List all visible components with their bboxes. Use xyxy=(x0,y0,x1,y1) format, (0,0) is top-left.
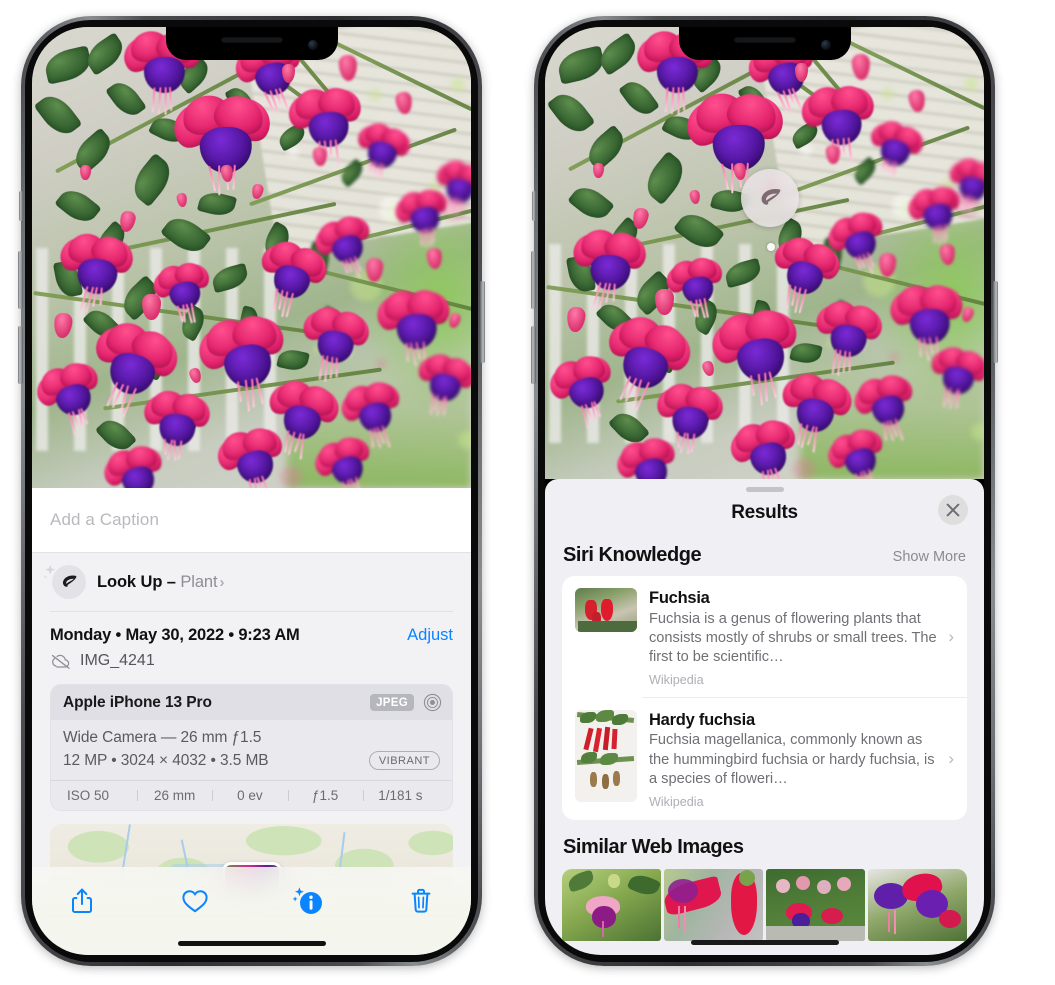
notch xyxy=(165,27,338,60)
results-title: Results xyxy=(731,502,798,523)
format-badge: JPEG xyxy=(370,694,414,711)
cloud-slash-icon xyxy=(51,654,70,669)
close-icon xyxy=(946,503,960,517)
knowledge-source: Wikipedia xyxy=(649,794,704,809)
similar-web-images-strip xyxy=(545,868,984,941)
info-sparkle-icon xyxy=(292,887,322,914)
notch xyxy=(678,27,851,60)
knowledge-text: Fuchsia Fuchsia is a genus of flowering … xyxy=(649,588,955,687)
volume-up-button[interactable] xyxy=(18,251,23,309)
delete-button[interactable] xyxy=(401,881,441,921)
phone-screen-left: Add a Caption Look Up – Plant › Monday •… xyxy=(32,27,471,955)
favorite-button[interactable] xyxy=(175,881,215,921)
close-button[interactable] xyxy=(938,495,968,525)
camera-card-body: Wide Camera — 26 mm ƒ1.5 12 MP • 3024 × … xyxy=(51,720,452,780)
visual-lookup-badge[interactable] xyxy=(741,169,799,227)
look-up-subject: Plant xyxy=(180,572,218,591)
phone-screen-right: Results Siri Knowledge Show More Fuchsia… xyxy=(545,27,984,955)
knowledge-source: Wikipedia xyxy=(649,672,704,687)
silent-switch[interactable] xyxy=(532,191,536,221)
power-button[interactable] xyxy=(993,281,998,363)
knowledge-text: Hardy fuchsia Fuchsia magellanica, commo… xyxy=(649,710,955,809)
trash-icon xyxy=(411,888,431,913)
results-sheet: Results Siri Knowledge Show More Fuchsia… xyxy=(545,479,984,955)
show-more-button[interactable]: Show More xyxy=(893,549,966,565)
leaf-icon xyxy=(761,188,781,205)
knowledge-thumbnail xyxy=(575,709,637,802)
camera-info-card: Apple iPhone 13 Pro JPEG Wide Camera — 2… xyxy=(50,684,453,811)
lens-description: Wide Camera — 26 mm ƒ1.5 xyxy=(63,729,262,746)
photo-image-fuchsia xyxy=(545,27,984,479)
look-up-row[interactable]: Look Up – Plant › xyxy=(32,553,471,611)
camera-card-header: Apple iPhone 13 Pro JPEG xyxy=(51,685,452,720)
earpiece-speaker xyxy=(220,37,283,43)
knowledge-description: Fuchsia is a genus of flowering plants t… xyxy=(649,610,937,666)
image-specs: 12 MP • 3024 × 4032 • 3.5 MB xyxy=(63,751,269,769)
phone-left: Add a Caption Look Up – Plant › Monday •… xyxy=(18,16,485,966)
look-up-label: Look Up – Plant › xyxy=(97,573,224,592)
exif-value: ƒ1.5 xyxy=(287,788,363,803)
volume-down-button[interactable] xyxy=(18,326,23,384)
knowledge-row[interactable]: Hardy fuchsia Fuchsia magellanica, commo… xyxy=(562,698,967,820)
similar-web-images-header: Similar Web Images xyxy=(545,820,984,865)
web-image-thumbnail[interactable] xyxy=(562,868,661,941)
photographic-style-badge: VIBRANT xyxy=(368,751,440,770)
section-title: Siri Knowledge xyxy=(563,544,702,566)
caption-input[interactable]: Add a Caption xyxy=(32,488,471,552)
home-indicator[interactable] xyxy=(177,941,326,946)
device-name: Apple iPhone 13 Pro xyxy=(63,693,212,711)
photo-filename: IMG_4241 xyxy=(80,652,155,669)
photo-viewer[interactable] xyxy=(32,27,471,488)
exif-value: 26 mm xyxy=(137,788,212,803)
camera-lens-icon xyxy=(423,693,442,712)
knowledge-thumbnail xyxy=(575,588,637,632)
silent-switch[interactable] xyxy=(19,191,23,221)
info-button[interactable] xyxy=(288,881,328,921)
photo-viewer[interactable] xyxy=(545,27,984,479)
power-button[interactable] xyxy=(480,281,485,363)
volume-up-button[interactable] xyxy=(531,251,536,309)
front-camera-icon xyxy=(820,40,831,50)
knowledge-description: Fuchsia magellanica, commonly known as t… xyxy=(649,732,935,788)
phone-right: Results Siri Knowledge Show More Fuchsia… xyxy=(531,16,998,966)
chevron-right-icon: › xyxy=(948,626,954,646)
exif-value: ISO 50 xyxy=(67,788,110,803)
exif-value: 1/181 s xyxy=(362,788,448,803)
home-indicator[interactable] xyxy=(690,940,839,945)
web-image-thumbnail[interactable] xyxy=(868,868,967,941)
front-camera-icon xyxy=(307,40,318,50)
exif-value: 0 ev xyxy=(212,788,287,803)
heart-icon xyxy=(182,890,208,913)
share-button[interactable] xyxy=(62,881,102,921)
chevron-right-icon: › xyxy=(219,573,225,591)
section-title: Similar Web Images xyxy=(563,835,744,858)
knowledge-title: Hardy fuchsia xyxy=(649,710,755,729)
share-icon xyxy=(72,888,92,913)
look-up-prefix: Look Up – xyxy=(97,572,181,591)
volume-down-button[interactable] xyxy=(531,326,536,384)
web-image-thumbnail[interactable] xyxy=(664,868,763,941)
chevron-right-icon: › xyxy=(948,748,954,768)
adjust-button[interactable]: Adjust xyxy=(407,626,453,645)
earpiece-speaker xyxy=(733,37,796,43)
siri-knowledge-header: Siri Knowledge Show More xyxy=(545,530,984,576)
siri-knowledge-card: Fuchsia Fuchsia is a genus of flowering … xyxy=(562,576,967,820)
knowledge-title: Fuchsia xyxy=(649,589,710,607)
sparkle-icon xyxy=(43,564,56,580)
visual-lookup-anchor-dot xyxy=(767,243,775,251)
caption-placeholder: Add a Caption xyxy=(50,510,160,529)
photo-info-sheet: Add a Caption Look Up – Plant › Monday •… xyxy=(32,488,471,955)
knowledge-row[interactable]: Fuchsia Fuchsia is a genus of flowering … xyxy=(562,576,967,698)
metadata-block: Monday • May 30, 2022 • 9:23 AM Adjust I… xyxy=(32,612,471,670)
results-header: Results xyxy=(545,492,984,530)
exif-row: ISO 50 26 mm 0 ev ƒ1.5 1/181 s xyxy=(51,780,452,810)
photo-image-fuchsia xyxy=(32,27,471,488)
photo-date: Monday • May 30, 2022 • 9:23 AM xyxy=(50,626,300,644)
web-image-thumbnail[interactable] xyxy=(766,868,865,941)
